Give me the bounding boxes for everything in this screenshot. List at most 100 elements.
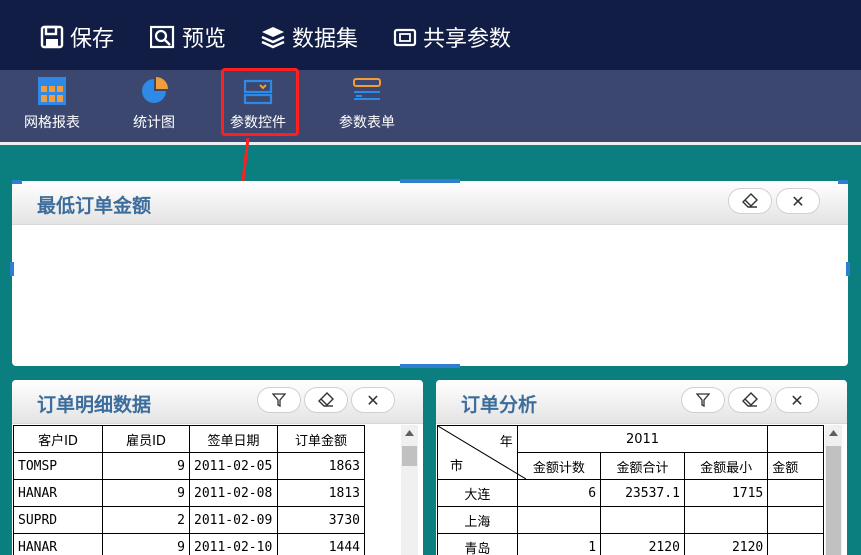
preview-button[interactable]: 预览 <box>150 20 226 54</box>
table-cell: 23537.1 <box>600 479 685 507</box>
scroll-up-icon[interactable] <box>828 429 839 437</box>
table-cell: 9 <box>102 452 190 480</box>
table-row: HANAR 9 2011-02-08 1813 <box>13 479 365 507</box>
shared-params-button[interactable]: 共享参数 <box>393 20 511 54</box>
close-icon: ✕ <box>790 390 804 410</box>
table-cell: HANAR <box>13 479 103 507</box>
table-cell <box>516 506 602 534</box>
highlight-box <box>221 68 299 136</box>
scrollbar-thumb[interactable] <box>402 446 417 466</box>
save-button[interactable]: 保存 <box>40 20 114 54</box>
corner-year-label: 年 <box>499 435 513 450</box>
table-cell <box>767 506 824 534</box>
table-cell: 9 <box>102 533 190 555</box>
toolbar-divider <box>0 142 861 145</box>
preview-label: 预览 <box>182 27 227 52</box>
order-analysis-panel: 订单分析 ✕ 年 市 2011 金额计数 金额合计 金额最小 金额 大连 6 2… <box>436 380 847 555</box>
scroll-up-icon[interactable] <box>404 429 415 437</box>
table-cell: HANAR <box>13 533 103 555</box>
table-cell: 1715 <box>683 479 769 507</box>
filter-button[interactable] <box>681 387 725 413</box>
close-button[interactable]: ✕ <box>776 188 820 214</box>
city-cell: 大连 <box>437 479 518 507</box>
save-icon <box>40 25 64 49</box>
eraser-icon <box>318 392 334 407</box>
resize-handle[interactable] <box>400 364 460 368</box>
year-header-empty <box>767 425 824 453</box>
min-amount-panel: 最低订单金额 ✕ <box>12 181 848 366</box>
table-cell: TOMSP <box>13 452 103 480</box>
column-header[interactable]: 订单金额 <box>277 425 365 453</box>
resize-handle[interactable] <box>10 262 14 276</box>
table-cell: 2011-02-10 <box>189 533 278 555</box>
filter-button[interactable] <box>257 387 301 413</box>
resize-handle[interactable] <box>838 180 848 184</box>
table-cell <box>767 533 824 555</box>
panel-title: 最低订单金额 <box>37 195 152 217</box>
table-row: HANAR 9 2011-02-10 1444 <box>13 533 365 555</box>
clear-button[interactable] <box>728 188 772 214</box>
vertical-scrollbar[interactable] <box>825 425 842 555</box>
table-row: 青岛 1 2120 2120 <box>437 533 824 555</box>
close-button[interactable]: ✕ <box>775 387 819 413</box>
scrollbar-thumb[interactable] <box>826 446 841 555</box>
chart-button[interactable]: 统计图 <box>114 74 194 136</box>
measure-header: 金额合计 <box>600 452 685 480</box>
dataset-icon <box>261 27 285 49</box>
table-cell <box>600 506 685 534</box>
shared-params-icon <box>393 28 417 47</box>
panel-title: 订单分析 <box>461 394 538 416</box>
column-header[interactable]: 客户ID <box>13 425 103 453</box>
dataset-label: 数据集 <box>292 27 359 52</box>
table-cell: 1444 <box>277 533 365 555</box>
column-header[interactable]: 签单日期 <box>189 425 278 453</box>
table-cell <box>683 506 769 534</box>
column-header[interactable]: 雇员ID <box>102 425 190 453</box>
eraser-icon <box>742 193 758 208</box>
table-row: SUPRD 2 2011-02-09 3730 <box>13 506 365 534</box>
grid-report-label: 网格报表 <box>24 115 80 131</box>
resize-handle[interactable] <box>12 180 22 184</box>
order-detail-table: 客户ID 雇员ID 签单日期 订单金额 TOMSP 9 2011-02-05 1… <box>13 425 365 555</box>
order-detail-panel: 订单明细数据 ✕ 客户ID 雇员ID 签单日期 订单金额 TOMSP 9 201… <box>12 380 423 555</box>
table-cell: 2120 <box>683 533 769 555</box>
param-form-button[interactable]: 参数表单 <box>327 74 407 136</box>
close-icon: ✕ <box>791 191 805 211</box>
table-row: TOMSP 9 2011-02-05 1863 <box>13 452 365 480</box>
save-label: 保存 <box>70 27 115 52</box>
vertical-scrollbar[interactable] <box>401 425 418 555</box>
pivot-viewport: 年 市 2011 金额计数 金额合计 金额最小 金额 大连 6 23537.1 … <box>437 425 824 555</box>
panel-header: 订单分析 ✕ <box>436 380 847 424</box>
filter-icon <box>272 393 286 407</box>
table-cell: 1813 <box>277 479 365 507</box>
filter-icon <box>696 393 710 407</box>
table-cell: 6 <box>516 479 602 507</box>
table-cell: SUPRD <box>13 506 103 534</box>
city-cell: 上海 <box>437 506 518 534</box>
shared-params-label: 共享参数 <box>423 27 512 52</box>
grid-report-icon <box>38 77 66 105</box>
measure-header: 金额 <box>767 452 824 480</box>
close-icon: ✕ <box>366 390 380 410</box>
table-cell: 1863 <box>277 452 365 480</box>
measure-header: 金额计数 <box>516 452 602 480</box>
preview-icon <box>150 25 175 49</box>
param-form-icon <box>353 78 381 100</box>
table-row: 上海 <box>437 506 824 534</box>
pivot-corner-cell: 年 市 <box>437 425 526 480</box>
resize-handle[interactable] <box>846 262 850 276</box>
dataset-button[interactable]: 数据集 <box>260 20 358 54</box>
panel-header: 订单明细数据 ✕ <box>12 380 423 424</box>
close-button[interactable]: ✕ <box>351 387 395 413</box>
pivot-header-row: 年 市 2011 <box>437 425 824 480</box>
chart-label: 统计图 <box>133 115 175 131</box>
resize-handle[interactable] <box>400 179 460 183</box>
pie-chart-icon <box>142 77 168 103</box>
grid-report-button[interactable]: 网格报表 <box>12 74 92 136</box>
clear-button[interactable] <box>728 387 772 413</box>
table-cell: 2120 <box>600 533 685 555</box>
table-cell: 2011-02-09 <box>189 506 278 534</box>
table-cell <box>767 479 824 507</box>
measure-header: 金额最小 <box>683 452 769 480</box>
clear-button[interactable] <box>304 387 348 413</box>
